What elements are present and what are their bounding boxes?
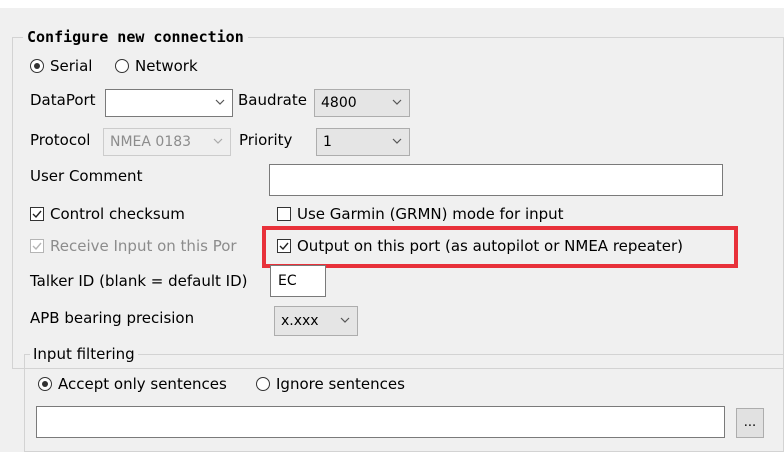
ignore-sentences-label[interactable]: Ignore sentences — [276, 374, 405, 394]
talker-id-input[interactable]: EC — [270, 265, 326, 297]
control-checksum-label[interactable]: Control checksum — [50, 204, 185, 224]
receive-input-label: Receive Input on this Por — [50, 237, 237, 255]
chevron-down-icon — [340, 317, 350, 323]
protocol-value: NMEA 0183 — [110, 134, 192, 150]
dataport-combo[interactable] — [105, 89, 233, 117]
baudrate-value: 4800 — [321, 95, 357, 111]
chevron-down-icon — [392, 138, 402, 144]
dataport-label: DataPort — [30, 91, 96, 109]
apb-precision-label: APB bearing precision — [30, 309, 195, 327]
checkmark-icon — [32, 210, 42, 219]
priority-label: Priority — [239, 131, 293, 149]
accept-sentences-radio[interactable] — [38, 377, 52, 391]
serial-radio[interactable] — [30, 59, 44, 73]
protocol-combo: NMEA 0183 — [103, 128, 231, 156]
protocol-label: Protocol — [30, 131, 91, 149]
ignore-sentences-radio[interactable] — [256, 377, 270, 391]
network-radio[interactable] — [115, 59, 129, 73]
chevron-down-icon — [215, 99, 225, 105]
control-checksum-checkbox[interactable] — [30, 207, 44, 221]
garmin-mode-label[interactable]: Use Garmin (GRMN) mode for input — [297, 204, 564, 224]
baudrate-label: Baudrate — [238, 91, 307, 109]
input-filtering-title: Input filtering — [30, 345, 138, 363]
group-title: Configure new connection — [23, 28, 248, 46]
checkmark-icon — [279, 242, 289, 251]
output-port-checkbox[interactable] — [277, 239, 291, 253]
accept-sentences-label[interactable]: Accept only sentences — [58, 374, 227, 394]
output-port-label[interactable]: Output on this port (as autopilot or NME… — [297, 236, 683, 256]
receive-input-checkbox — [30, 239, 44, 253]
network-label[interactable]: Network — [135, 56, 198, 76]
user-comment-input[interactable] — [269, 164, 723, 196]
serial-label[interactable]: Serial — [50, 56, 92, 76]
user-comment-label: User Comment — [30, 167, 143, 185]
garmin-mode-checkbox[interactable] — [277, 207, 291, 221]
talker-id-value: EC — [278, 273, 297, 289]
apb-precision-combo[interactable]: x.xxx — [274, 306, 358, 336]
checkmark-icon — [32, 242, 42, 251]
baudrate-combo[interactable]: 4800 — [314, 89, 410, 117]
chevron-down-icon — [392, 99, 402, 105]
browse-sentences-button[interactable]: ... — [736, 408, 764, 438]
chevron-down-icon — [213, 138, 223, 144]
talker-id-label: Talker ID (blank = default ID) — [30, 272, 248, 290]
apb-precision-value: x.xxx — [281, 313, 319, 329]
priority-combo[interactable]: 1 — [316, 128, 410, 156]
priority-value: 1 — [323, 134, 332, 150]
sentences-input[interactable] — [36, 406, 725, 438]
top-strip — [0, 0, 784, 8]
